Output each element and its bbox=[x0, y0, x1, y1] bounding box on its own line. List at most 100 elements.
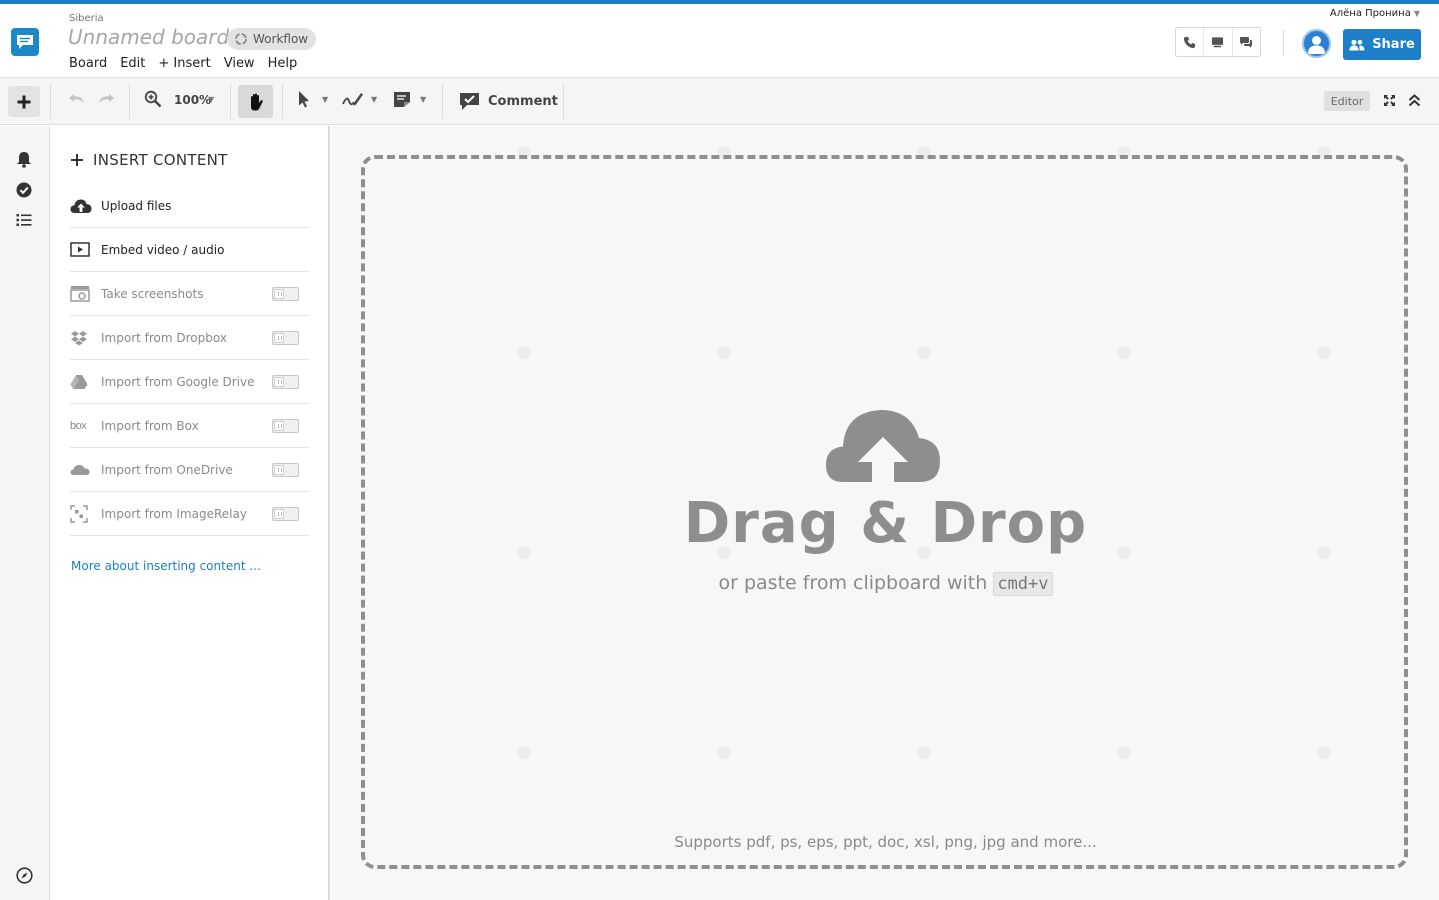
insert-item-label: Take screenshots bbox=[101, 286, 204, 301]
zoom-button[interactable] bbox=[144, 90, 162, 108]
board-subtitle: Siberia bbox=[69, 13, 104, 24]
insert-item-google-drive[interactable]: Import from Google Drive bbox=[70, 360, 309, 404]
chat-button[interactable] bbox=[1233, 28, 1260, 56]
avatar[interactable] bbox=[1302, 29, 1331, 58]
redo-icon bbox=[99, 94, 114, 103]
notifications-button[interactable] bbox=[15, 150, 33, 168]
insert-item-embed-video[interactable]: Embed video / audio bbox=[70, 228, 309, 272]
google-drive-icon bbox=[70, 374, 92, 390]
insert-item-imagerelay[interactable]: Import from ImageRelay bbox=[70, 492, 309, 536]
user-name-label: Алёна Пронина bbox=[1329, 8, 1411, 19]
dropbox-toggle[interactable] bbox=[272, 331, 299, 345]
share-button[interactable]: Share bbox=[1343, 29, 1421, 60]
screen-share-button[interactable] bbox=[1204, 28, 1233, 56]
redo-button[interactable] bbox=[97, 90, 115, 106]
imagerelay-toggle[interactable] bbox=[272, 507, 299, 521]
insert-item-onedrive[interactable]: Import from OneDrive bbox=[70, 448, 309, 492]
paste-hint-text: or paste from clipboard with bbox=[718, 572, 988, 594]
outline-button[interactable] bbox=[15, 211, 33, 229]
camera-icon bbox=[70, 285, 92, 302]
panel-header: INSERT CONTENT bbox=[71, 151, 228, 169]
menu-board[interactable]: Board bbox=[69, 56, 107, 71]
cloud-upload-icon bbox=[826, 410, 940, 489]
app-logo-icon[interactable] bbox=[11, 28, 39, 56]
tasks-button[interactable] bbox=[15, 181, 33, 199]
plus-icon bbox=[71, 154, 83, 166]
fullscreen-button[interactable] bbox=[1383, 94, 1396, 107]
insert-item-label: Import from OneDrive bbox=[101, 462, 233, 477]
drag-drop-title: Drag & Drop bbox=[683, 491, 1088, 556]
check-circle-icon bbox=[16, 182, 32, 198]
chevron-down-icon[interactable]: ▼ bbox=[208, 95, 214, 104]
insert-item-label: Embed video / audio bbox=[101, 242, 225, 257]
insert-item-dropbox[interactable]: Import from Dropbox bbox=[70, 316, 309, 360]
plus-icon bbox=[17, 95, 31, 108]
panel-title: INSERT CONTENT bbox=[93, 151, 228, 169]
user-menu[interactable]: Алёна Пронина ▼ bbox=[1330, 8, 1420, 19]
cursor-arrow-icon bbox=[299, 91, 309, 108]
more-about-inserting-link[interactable]: More about inserting content ... bbox=[71, 559, 261, 573]
add-content-button[interactable] bbox=[8, 86, 40, 117]
bell-icon bbox=[17, 151, 31, 168]
undo-icon bbox=[69, 94, 84, 103]
insert-item-label: Import from Google Drive bbox=[101, 374, 255, 389]
board-toolbar: 100% ▼ ▼ ▼ ▼ Comment Editor bbox=[0, 78, 1439, 125]
chevron-down-icon[interactable]: ▼ bbox=[322, 95, 328, 104]
insert-item-label: Upload files bbox=[101, 198, 172, 213]
menu-insert[interactable]: + Insert bbox=[158, 56, 210, 71]
insert-item-label: Import from ImageRelay bbox=[101, 506, 247, 521]
communication-buttons bbox=[1175, 27, 1261, 57]
board-canvas[interactable]: Drag & Drop or paste from clipboard with… bbox=[332, 126, 1439, 900]
chevron-down-icon: ▼ bbox=[1413, 9, 1420, 18]
comment-icon bbox=[460, 92, 479, 110]
left-rail bbox=[0, 126, 50, 900]
draw-tool-button[interactable] bbox=[341, 90, 365, 110]
insert-item-label: Import from Box bbox=[101, 418, 199, 433]
chevron-down-icon[interactable]: ▼ bbox=[371, 95, 377, 104]
insert-item-screenshots[interactable]: Take screenshots bbox=[70, 272, 309, 316]
toolbar-divider bbox=[50, 84, 51, 119]
box-toggle[interactable] bbox=[272, 419, 299, 433]
select-tool-button[interactable] bbox=[297, 90, 311, 108]
zoom-level[interactable]: 100% bbox=[174, 93, 211, 107]
paste-hint: or paste from clipboard with cmd+v bbox=[332, 572, 1439, 596]
phone-icon bbox=[1184, 36, 1196, 48]
onedrive-toggle[interactable] bbox=[272, 463, 299, 477]
undo-button[interactable] bbox=[68, 90, 86, 106]
comment-button[interactable]: Comment bbox=[459, 90, 558, 112]
workflow-label: Workflow bbox=[253, 32, 309, 46]
pen-draw-icon bbox=[342, 93, 363, 106]
collapse-toolbar-button[interactable] bbox=[1408, 94, 1421, 107]
hand-icon bbox=[250, 93, 263, 110]
toolbar-divider bbox=[442, 84, 443, 119]
imagerelay-icon bbox=[70, 504, 92, 523]
expand-icon bbox=[1384, 95, 1395, 106]
editor-mode-badge[interactable]: Editor bbox=[1324, 91, 1370, 111]
comment-label: Comment bbox=[488, 93, 558, 109]
workflow-button[interactable]: Workflow bbox=[227, 28, 317, 50]
chevron-down-icon[interactable]: ▼ bbox=[420, 95, 426, 104]
workflow-cycle-icon bbox=[235, 33, 247, 45]
zoom-in-icon bbox=[144, 90, 162, 108]
insert-item-upload-files[interactable]: Upload files bbox=[70, 184, 309, 228]
menu-edit[interactable]: Edit bbox=[120, 56, 145, 71]
google-drive-toggle[interactable] bbox=[272, 375, 299, 389]
screenshots-toggle[interactable] bbox=[272, 287, 299, 301]
menu-help[interactable]: Help bbox=[268, 56, 298, 71]
list-icon bbox=[16, 214, 32, 226]
pan-tool-button[interactable] bbox=[238, 85, 273, 118]
call-button[interactable] bbox=[1176, 28, 1205, 56]
header-divider bbox=[1283, 30, 1284, 56]
supported-formats: Supports pdf, ps, eps, ppt, doc, xsl, pn… bbox=[674, 833, 1097, 851]
toolbar-divider bbox=[282, 84, 283, 119]
toolbar-divider bbox=[563, 84, 564, 119]
insert-content-panel: INSERT CONTENT Upload files Embed video … bbox=[51, 126, 330, 900]
dropbox-icon bbox=[70, 330, 92, 346]
sticky-note-button[interactable] bbox=[393, 90, 411, 108]
box-icon: box bbox=[70, 419, 87, 432]
navigator-button[interactable] bbox=[15, 866, 33, 884]
insert-item-box[interactable]: box Import from Box bbox=[70, 404, 309, 448]
board-title[interactable]: Unnamed board bbox=[68, 25, 229, 49]
presentation-icon bbox=[1212, 36, 1224, 47]
menu-view[interactable]: View bbox=[224, 56, 255, 71]
